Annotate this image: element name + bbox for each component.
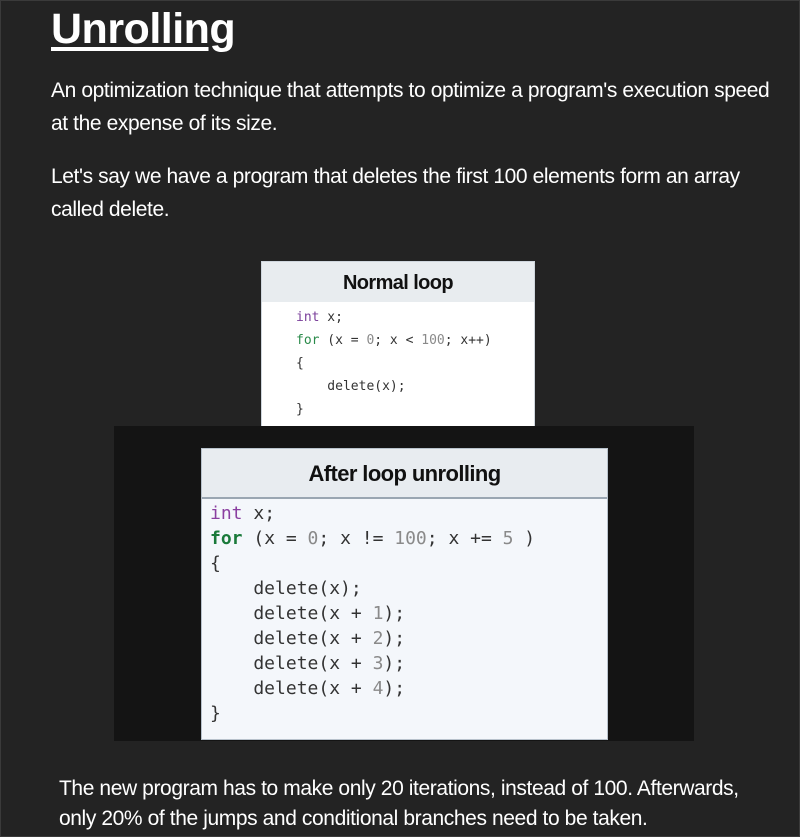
code-keyword-for: for [210, 528, 243, 549]
normal-loop-heading: Normal loop [262, 262, 534, 302]
code-number: 0 [307, 528, 319, 549]
code-text: ; x < [374, 333, 422, 348]
code-text: ; x != [318, 528, 395, 549]
code-number: 2 [372, 628, 384, 649]
code-text: } [210, 703, 221, 724]
code-text: delete(x + [210, 603, 373, 624]
slide: Unrolling An optimization technique that… [0, 0, 800, 837]
code-keyword-int: int [296, 310, 320, 325]
code-text: { [296, 356, 304, 371]
code-number: 3 [372, 653, 384, 674]
code-text: (x = [319, 333, 367, 348]
code-text: delete(x); [210, 578, 362, 599]
slide-title: Unrolling [51, 5, 236, 53]
code-text: delete(x + [210, 678, 373, 699]
code-text: delete(x + [210, 653, 373, 674]
normal-loop-image: Normal loop int x; for (x = 0; x < 100; … [261, 261, 535, 427]
code-number: 4 [372, 678, 384, 699]
code-text: ); [383, 653, 406, 674]
code-text: } [296, 402, 304, 417]
code-keyword-int: int [210, 503, 243, 524]
code-text: { [210, 553, 221, 574]
code-text: ); [383, 628, 406, 649]
unrolled-loop-code: int x; for (x = 0; x != 100; x += 5 ) { … [210, 501, 535, 726]
code-number: 1 [372, 603, 384, 624]
code-text: ); [383, 603, 406, 624]
code-text: delete(x); [296, 379, 406, 394]
code-text: x; [319, 310, 343, 325]
example-paragraph: Let's say we have a program that deletes… [51, 165, 740, 221]
code-text: delete(x + [210, 628, 373, 649]
code-number: 5 [502, 528, 514, 549]
intro-paragraph: An optimization technique that attempts … [51, 79, 770, 135]
code-text: ); [383, 678, 406, 699]
code-text: x; [242, 503, 276, 524]
unrolled-loop-heading: After loop unrolling [202, 449, 607, 499]
normal-loop-code: int x; for (x = 0; x < 100; x++) { delet… [296, 306, 492, 421]
unrolled-loop-image: After loop unrolling int x; for (x = 0; … [201, 448, 608, 740]
code-number: 100 [394, 528, 427, 549]
conclusion-paragraph: The new program has to make only 20 iter… [59, 777, 739, 830]
code-text: ; x++) [444, 333, 492, 348]
code-text: (x = [242, 528, 308, 549]
code-text: ) [513, 528, 536, 549]
code-keyword-for: for [296, 333, 320, 348]
code-text: ; x += [426, 528, 503, 549]
code-number: 100 [421, 333, 445, 348]
